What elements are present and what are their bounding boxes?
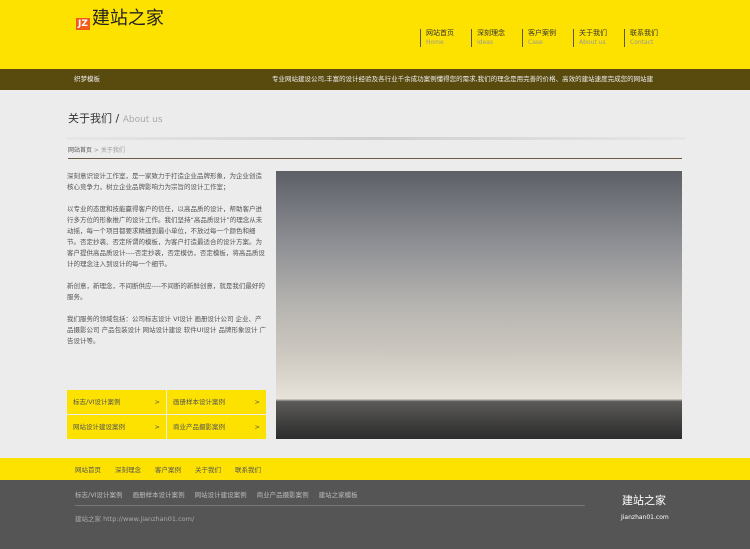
breadcrumb-home[interactable]: 网站首页	[68, 147, 92, 154]
footer-nav-item[interactable]: 网站首页	[75, 464, 101, 474]
paragraph: 以专业的态度和技能赢得客户的信任，以高品质的设计，帮助客户进行多方位的形象推广的…	[67, 205, 265, 268]
nav-home[interactable]: 网站首页 Home	[420, 29, 471, 47]
paragraph: 深刻意识设计工作室，是一家致力于打造企业品牌形象，为企业创造核心竞争力，树立企业…	[67, 172, 262, 191]
title-cn: 关于我们	[68, 112, 112, 125]
title-sep: /	[112, 112, 123, 125]
footer-nav-item[interactable]: 客户案例	[155, 464, 181, 474]
notice-bar: 织梦模板 专业网站建设公司,丰富的设计经验及各行业千余成功案例懂得您的需求,我们…	[0, 69, 750, 90]
footer-nav: 网站首页 深刻理念 客户案例 关于我们 联系我们	[0, 458, 750, 480]
logo[interactable]: JZ 建站之家	[76, 4, 164, 30]
chevron-right-icon: >	[154, 398, 160, 406]
footer-nav-item[interactable]: 联系我们	[235, 464, 261, 474]
divider	[66, 137, 686, 140]
breadcrumb-current: 关于我们	[100, 147, 125, 154]
case-links: 标志/VI设计案例 > 画册样本设计案例 > 网站设计建设案例 > 商业产品摄影案例 >	[67, 390, 266, 439]
footer-link[interactable]: 标志/VI设计案例	[75, 489, 123, 499]
nav-sublabel: Ideas	[477, 39, 494, 46]
nav-label: 联系我们	[630, 29, 658, 37]
nav-sublabel: Contact	[630, 39, 654, 46]
chevron-right-icon: >	[254, 423, 260, 431]
case-label: 网站设计建设案例	[73, 423, 125, 431]
chevron-right-icon: >	[254, 398, 260, 406]
chevron-right-icon: >	[154, 423, 160, 431]
breadcrumb-sep: >	[92, 147, 101, 154]
nav-ideas[interactable]: 深刻理念 Ideas	[471, 29, 522, 47]
header: JZ 建站之家 网站首页 Home 深刻理念 Ideas 客户案例 Case 关于我们…	[0, 0, 750, 69]
case-label: 画册样本设计案例	[173, 398, 225, 406]
footer-nav-item[interactable]: 关于我们	[195, 464, 221, 474]
main-nav: 网站首页 Home 深刻理念 Ideas 客户案例 Case 关于我们 About us…	[420, 29, 675, 47]
nav-sublabel: About us	[579, 39, 606, 46]
nav-about[interactable]: 关于我们 About us	[573, 29, 624, 47]
case-link[interactable]: 标志/VI设计案例 >	[67, 390, 166, 414]
footer-link[interactable]: 建站之家模板	[319, 489, 358, 499]
page-title: 关于我们 / About us	[68, 110, 163, 126]
marquee-text: 专业网站建设公司,丰富的设计经验及各行业千余成功案例懂得您的需求,我们的理念是用…	[272, 75, 654, 83]
footer-divider	[75, 505, 585, 506]
footer-link[interactable]: 商业产品摄影案例	[257, 489, 309, 499]
nav-label: 深刻理念	[477, 29, 505, 37]
bar-label: 织梦模板	[74, 75, 100, 83]
sea-sky-photo	[276, 171, 682, 439]
logo-badge: JZ	[76, 18, 90, 30]
copyright: 建站之家 http://www.jianzhan01.com/	[75, 515, 195, 523]
case-link[interactable]: 画册样本设计案例 >	[167, 390, 266, 414]
case-link[interactable]: 商业产品摄影案例 >	[167, 415, 266, 439]
footer-domain: Jianzhan01.com	[621, 514, 669, 521]
case-link[interactable]: 网站设计建设案例 >	[67, 415, 166, 439]
nav-label: 关于我们	[579, 29, 607, 37]
paragraph: 新创意，新理念，不间断供应----不间断的新鲜创意，就是我们最好的服务。	[67, 282, 265, 301]
nav-sublabel: Home	[426, 39, 444, 46]
footer-links: 标志/VI设计案例 画册样本设计案例 网站设计建设案例 商业产品摄影案例 建站之…	[75, 489, 358, 499]
nav-contact[interactable]: 联系我们 Contact	[624, 29, 675, 47]
case-label: 标志/VI设计案例	[73, 398, 121, 406]
about-text: 深刻意识设计工作室，是一家致力于打造企业品牌形象，为企业创造核心竞争力，树立企业…	[67, 171, 267, 358]
case-label: 商业产品摄影案例	[173, 423, 225, 431]
nav-label: 客户案例	[528, 29, 556, 37]
footer-link[interactable]: 网站设计建设案例	[195, 489, 247, 499]
nav-case[interactable]: 客户案例 Case	[522, 29, 573, 47]
breadcrumb: 网站首页 > 关于我们	[68, 145, 682, 159]
footer-nav-item[interactable]: 深刻理念	[115, 464, 141, 474]
footer-brand: 建站之家	[622, 494, 666, 507]
paragraph: 我们服务的领域包括：公司标志设计 VI设计 画册设计公司 企业、产品摄影公司 产…	[67, 315, 267, 345]
footer-link[interactable]: 画册样本设计案例	[133, 489, 185, 499]
logo-text: 建站之家	[91, 8, 164, 29]
footer: 标志/VI设计案例 画册样本设计案例 网站设计建设案例 商业产品摄影案例 建站之…	[0, 480, 750, 549]
nav-sublabel: Case	[528, 39, 543, 46]
title-en: About us	[122, 115, 163, 125]
nav-label: 网站首页	[426, 29, 454, 37]
